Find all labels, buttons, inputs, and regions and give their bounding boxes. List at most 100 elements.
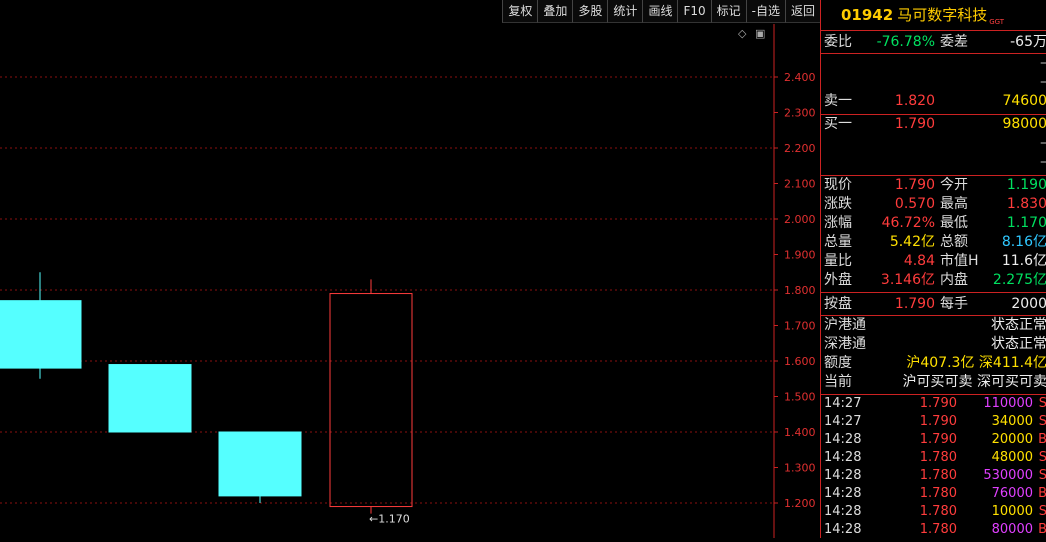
y-tick-label: 2.100 <box>784 178 816 191</box>
y-tick-label: 1.500 <box>784 391 816 404</box>
trade-time: 14:28 <box>824 486 862 501</box>
weibi-row: 委比 -76.78% 委差 -65万 <box>821 31 1046 53</box>
trade-row: 14:28 1.780 10000 S <box>821 503 1046 521</box>
buy2-row: – <box>821 134 1046 153</box>
current-value: 沪可买可卖 深可买可卖 <box>902 374 1046 390</box>
draw-line-button[interactable]: 画线 <box>642 0 678 23</box>
window-toggle-icon[interactable]: ▣ <box>755 27 765 40</box>
stat-value-volume: 5.42亿 <box>889 234 935 250</box>
candle-body <box>329 293 413 508</box>
stat-label-low: 最低 <box>940 215 968 231</box>
lot-size-label: 每手 <box>940 296 968 312</box>
stat-row: 现价 1.790 今开 1.190 <box>821 176 1046 195</box>
y-tick-label: 1.200 <box>784 497 816 510</box>
back-button[interactable]: 返回 <box>784 0 820 23</box>
hgt-status: 状态正常 <box>991 317 1046 333</box>
trade-list[interactable]: 14:27 1.790 110000 S 14:27 1.790 34000 S… <box>821 395 1046 538</box>
low-price-annotation: ←1.170 <box>369 513 410 526</box>
y-tick-label: 2.300 <box>784 107 816 120</box>
diamond-icon[interactable]: ◇ <box>738 27 746 40</box>
buy1-volume: 98000 <box>1002 116 1046 132</box>
stat-row: 总量 5.42亿 总额 8.16亿 <box>821 233 1046 252</box>
stat-label-price: 现价 <box>824 177 852 193</box>
stat-label-volume-ratio: 量比 <box>824 253 852 269</box>
quote-panel: 01942马可数字科技GGT 委比 -76.78% 委差 -65万 – – 卖一… <box>820 0 1046 538</box>
stat-value-market-cap: 11.6亿 <box>1001 253 1046 269</box>
sell2-dash: – <box>1040 73 1046 92</box>
stat-label-high: 最高 <box>940 196 968 212</box>
trade-time: 14:28 <box>824 504 862 519</box>
candle-body <box>0 300 82 369</box>
candle-body <box>108 364 192 433</box>
stat-value-volume-ratio: 4.84 <box>903 253 935 269</box>
stat-label-change: 涨跌 <box>824 196 852 212</box>
stat-value-change-pct: 46.72% <box>881 215 935 231</box>
stat-value-outer: 3.146亿 <box>880 272 935 288</box>
stat-label-volume: 总量 <box>824 234 852 250</box>
trade-time: 14:28 <box>824 450 862 465</box>
overlay-button[interactable]: 叠加 <box>537 0 573 23</box>
trade-price: 1.780 <box>919 522 957 537</box>
stock-header: 01942 马可数字科技 GGT <box>821 0 1046 30</box>
stat-value-high: 1.830 <box>1006 196 1046 212</box>
trade-volume: 34000 <box>991 414 1033 429</box>
trade-flag: S <box>1039 413 1046 431</box>
kline-chart[interactable]: 1.200 1.300 1.400 1.500 1.600 1.700 1.800 1.900… <box>0 24 820 538</box>
stat-row: 量比 4.84 市值H 11.6亿 <box>821 252 1046 271</box>
multi-stock-button[interactable]: 多股 <box>572 0 608 23</box>
sell1-label: 卖一 <box>824 93 852 109</box>
stat-label-change-pct: 涨幅 <box>824 215 852 231</box>
trade-price: 1.780 <box>919 468 957 483</box>
mark-button[interactable]: 标记 <box>710 0 746 23</box>
buy1-row[interactable]: 买一 1.790 98000 <box>821 115 1046 134</box>
stat-label-market-cap: 市值H <box>940 253 979 269</box>
trade-price: 1.790 <box>919 414 957 429</box>
y-tick-label: 1.400 <box>784 426 816 439</box>
hgt-row: 沪港通 状态正常 <box>821 316 1046 335</box>
stat-label-inner: 内盘 <box>940 272 968 288</box>
current-row: 当前 沪可买可卖 深可买可卖 <box>821 373 1046 392</box>
buy3-dash: – <box>1040 153 1046 172</box>
trade-price: 1.780 <box>919 450 957 465</box>
y-tick-label: 2.200 <box>784 142 816 155</box>
trade-flag: S <box>1039 449 1046 467</box>
restore-rights-button[interactable]: 复权 <box>502 0 538 23</box>
sell3-row: – <box>821 54 1046 73</box>
trade-row: 14:28 1.780 530000 S <box>821 467 1046 485</box>
statistics-button[interactable]: 统计 <box>607 0 643 23</box>
trade-flag: B <box>1038 485 1046 503</box>
y-tick-label: 1.600 <box>784 355 816 368</box>
y-tick-label: 1.300 <box>784 462 816 475</box>
remove-watchlist-button[interactable]: -自选 <box>745 0 785 23</box>
y-tick-label: 1.800 <box>784 284 816 297</box>
stat-label-amount: 总额 <box>940 234 968 250</box>
stock-name: 马可数字科技 <box>897 6 988 24</box>
trade-flag: B <box>1038 431 1046 449</box>
sell1-row[interactable]: 卖一 1.820 74600 <box>821 92 1046 111</box>
kline-svg: 1.200 1.300 1.400 1.500 1.600 1.700 1.800 1.900… <box>0 24 816 538</box>
trade-price: 1.780 <box>919 486 957 501</box>
weibi-value: -76.78% <box>876 34 935 50</box>
sgt-label: 深港通 <box>824 336 866 352</box>
chart-toolbar: 复权 叠加 多股 统计 画线 F10 标记 -自选 返回 <box>0 0 820 24</box>
sell3-dash: – <box>1040 54 1046 73</box>
quota-label: 额度 <box>824 355 852 371</box>
trade-time: 14:27 <box>824 396 862 411</box>
stat-label-open: 今开 <box>940 177 968 193</box>
stat-value-price: 1.790 <box>894 177 935 193</box>
stat-value-open: 1.190 <box>1006 177 1046 193</box>
trade-volume: 80000 <box>991 522 1033 537</box>
trade-row: 14:28 1.790 20000 B <box>821 431 1046 449</box>
anpan-row: 按盘 1.790 每手 2000 <box>821 293 1046 315</box>
y-tick-label: 1.700 <box>784 320 816 333</box>
y-tick-label: 2.400 <box>784 71 816 84</box>
hgt-label: 沪港通 <box>824 317 866 333</box>
f10-button[interactable]: F10 <box>677 0 711 23</box>
trade-price: 1.790 <box>919 396 957 411</box>
buy2-dash: – <box>1040 134 1046 153</box>
trade-row: 14:27 1.790 34000 S <box>821 413 1046 431</box>
stat-row: 外盘 3.146亿 内盘 2.275亿 <box>821 271 1046 290</box>
trade-time: 14:28 <box>824 522 862 537</box>
trade-row: 14:27 1.790 110000 S <box>821 395 1046 413</box>
trade-volume: 530000 <box>983 468 1033 483</box>
